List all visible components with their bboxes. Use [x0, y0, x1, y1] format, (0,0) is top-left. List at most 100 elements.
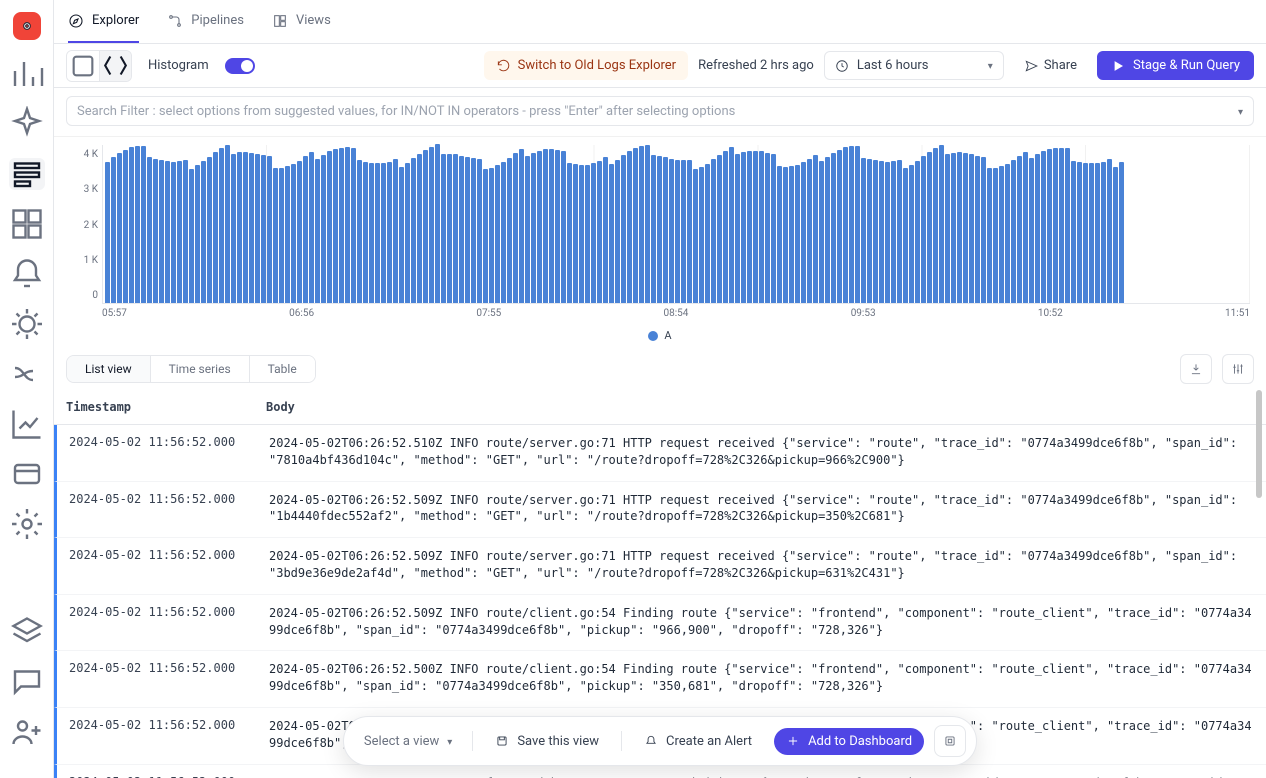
chart-bar[interactable] — [243, 152, 248, 303]
chart-bar[interactable] — [405, 163, 410, 303]
chart-bar[interactable] — [1095, 163, 1100, 303]
chart-bar[interactable] — [255, 154, 260, 303]
nav-analytics-icon[interactable] — [9, 408, 45, 440]
chart-bar[interactable] — [387, 162, 392, 303]
chart-bar[interactable] — [873, 160, 878, 303]
chart-bar[interactable] — [333, 149, 338, 303]
chart-bar[interactable] — [219, 148, 224, 303]
chart-bar[interactable] — [1101, 162, 1106, 304]
chart-bar[interactable] — [561, 151, 566, 303]
chart-bar[interactable] — [231, 154, 236, 303]
chart-bar[interactable] — [543, 149, 548, 303]
chart-bar[interactable] — [297, 161, 302, 303]
chart-bar[interactable] — [579, 165, 584, 303]
chart-bar[interactable] — [465, 157, 470, 303]
chart-bar[interactable] — [1011, 160, 1016, 303]
chart-bar[interactable] — [237, 152, 242, 303]
chart-bar[interactable] — [999, 166, 1004, 303]
chart-bar[interactable] — [849, 146, 854, 303]
chart-bar[interactable] — [753, 151, 758, 303]
chart-bar[interactable] — [489, 168, 494, 303]
chart-bar[interactable] — [525, 156, 530, 303]
chart-bar[interactable] — [483, 169, 488, 303]
chart-bar[interactable] — [171, 162, 176, 303]
chart-bar[interactable] — [537, 151, 542, 303]
chart-bar[interactable] — [741, 152, 746, 303]
histogram-toggle[interactable] — [225, 58, 255, 74]
share-button[interactable]: Share — [1014, 52, 1087, 79]
view-select[interactable]: Select a view — [354, 730, 462, 753]
table-row[interactable]: 2024-05-02 11:56:52.0002024-05-02T06:26:… — [54, 538, 1266, 595]
table-row[interactable]: 2024-05-02 11:56:52.0002024-05-02T06:26:… — [54, 595, 1266, 652]
chart-bar[interactable] — [909, 165, 914, 303]
chart-bar[interactable] — [183, 160, 188, 303]
chart-bar[interactable] — [933, 148, 938, 303]
view-tab-time-series[interactable]: Time series — [150, 356, 249, 382]
chart-bar[interactable] — [621, 155, 626, 303]
chart-bar[interactable] — [585, 165, 590, 303]
chart-bar[interactable] — [915, 161, 920, 303]
search-mode-button[interactable] — [67, 51, 99, 81]
chart-bar[interactable] — [399, 167, 404, 303]
chart-bar[interactable] — [213, 152, 218, 303]
chart-bar[interactable] — [1047, 149, 1052, 303]
chart-bar[interactable] — [861, 158, 866, 303]
chart-bar[interactable] — [459, 156, 464, 303]
run-query-button[interactable]: Stage & Run Query — [1097, 51, 1254, 80]
chart-bar[interactable] — [891, 161, 896, 303]
chart-bar[interactable] — [411, 158, 416, 303]
chart-bar[interactable] — [945, 154, 950, 303]
chart-bar[interactable] — [513, 153, 518, 303]
chart-bar[interactable] — [681, 160, 686, 303]
view-tab-list[interactable]: List view — [67, 356, 150, 382]
chart-bar[interactable] — [693, 169, 698, 303]
download-button[interactable] — [1180, 354, 1212, 384]
chart-bar[interactable] — [717, 155, 722, 303]
chart-bar[interactable] — [699, 167, 704, 303]
chart-bar[interactable] — [135, 146, 140, 303]
format-options-button[interactable] — [1222, 354, 1254, 384]
chart-bar[interactable] — [345, 147, 350, 303]
chart-bar[interactable] — [285, 166, 290, 303]
nav-chat-icon[interactable] — [9, 666, 45, 698]
chart-bar[interactable] — [867, 159, 872, 303]
add-to-dashboard-button[interactable]: Add to Dashboard — [774, 728, 924, 755]
chart-bar[interactable] — [963, 153, 968, 303]
nav-magic-icon[interactable] — [9, 108, 45, 140]
chart-bar[interactable] — [429, 147, 434, 303]
chart-bar[interactable] — [723, 151, 728, 303]
chart-bar[interactable] — [531, 153, 536, 303]
chart-bar[interactable] — [201, 161, 206, 303]
chart-bar[interactable] — [1053, 148, 1058, 303]
chart-bar[interactable] — [441, 154, 446, 303]
chart-bar[interactable] — [393, 159, 398, 303]
expand-button[interactable] — [934, 725, 966, 757]
chart-bar[interactable] — [795, 165, 800, 303]
nav-invite-icon[interactable] — [9, 716, 45, 748]
chart-bar[interactable] — [591, 163, 596, 303]
chart-bar[interactable] — [783, 167, 788, 303]
tab-pipelines[interactable]: Pipelines — [167, 0, 244, 43]
scrollbar-thumb[interactable] — [1256, 390, 1262, 498]
chart-bar[interactable] — [507, 158, 512, 303]
chart-bar[interactable] — [639, 146, 644, 303]
table-row[interactable]: 2024-05-02 11:56:52.0002024-05-02T06:26:… — [54, 651, 1266, 708]
chart-bar[interactable] — [981, 157, 986, 303]
chart-bar[interactable] — [825, 157, 830, 303]
chart-bar[interactable] — [897, 160, 902, 303]
chart-bar[interactable] — [519, 149, 524, 303]
chart-bar[interactable] — [837, 150, 842, 303]
chart-bar[interactable] — [879, 161, 884, 303]
chart-bar[interactable] — [771, 154, 776, 303]
chart-bar[interactable] — [261, 155, 266, 303]
chart-bar[interactable] — [129, 147, 134, 303]
chart-bar[interactable] — [675, 160, 680, 303]
chart-bar[interactable] — [1113, 167, 1118, 303]
chart-bar[interactable] — [447, 154, 452, 303]
chart-bar[interactable] — [153, 159, 158, 303]
view-tab-table[interactable]: Table — [249, 356, 315, 382]
nav-logs-icon[interactable] — [9, 158, 45, 190]
chart-bars[interactable] — [102, 145, 1250, 304]
chart-bar[interactable] — [369, 163, 374, 303]
chart-bar[interactable] — [711, 159, 716, 303]
